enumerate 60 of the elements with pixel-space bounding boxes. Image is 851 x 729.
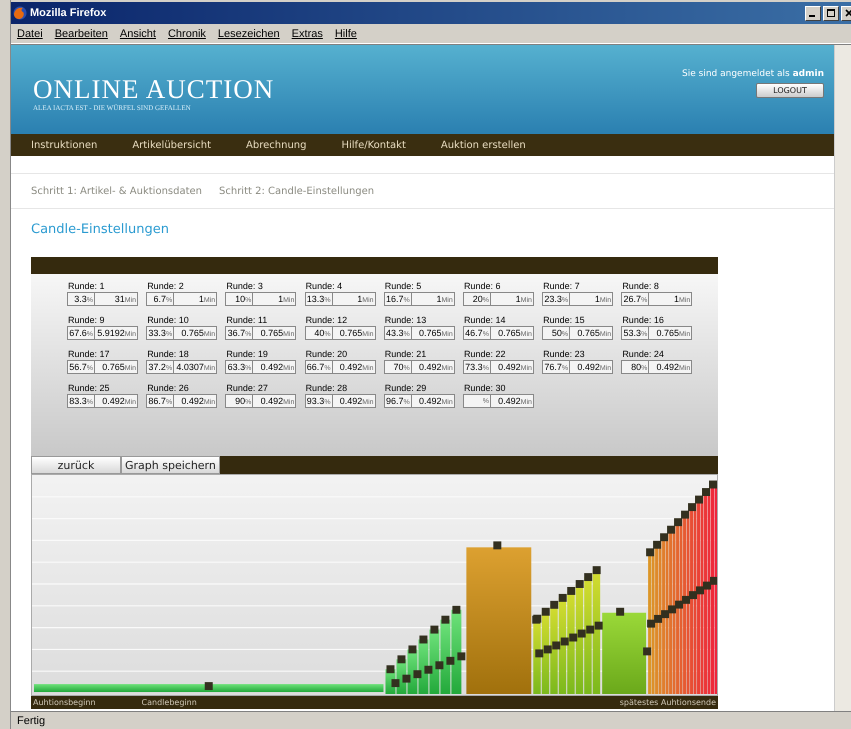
round-label: Runde: 3 — [225, 281, 264, 292]
maximize-button[interactable] — [823, 6, 839, 20]
round-label: Runde: 5 — [384, 281, 422, 292]
nav-link[interactable]: Instruktionen — [31, 140, 98, 150]
nav-link[interactable]: Abrechnung — [246, 140, 306, 150]
round-label: Runde: 24 — [621, 349, 665, 360]
round-label: Runde: 15 — [542, 315, 586, 326]
nav-link[interactable]: Artikelübersicht — [132, 140, 212, 150]
round-label: Runde: 29 — [384, 383, 428, 394]
browser-logo-icon — [13, 6, 27, 20]
round-label: Runde: 22 — [462, 349, 506, 360]
nav-link[interactable]: Hilfe/Kontakt — [341, 140, 406, 150]
round-label: Runde: 25 — [67, 383, 111, 394]
round-label: Runde: 30 — [462, 383, 506, 394]
round-label: Runde: 13 — [384, 315, 428, 326]
round-label: Runde: 17 — [67, 349, 111, 360]
save-graph-button[interactable]: Graph speichern — [121, 456, 220, 474]
round-label: Runde: 21 — [384, 349, 428, 360]
round-label: Runde: 11 — [225, 315, 268, 326]
round-label: Runde: 7 — [542, 281, 581, 292]
round-label: Runde: 6 — [462, 281, 502, 292]
round-label: Runde: 10 — [146, 315, 190, 326]
close-icon — [844, 8, 851, 18]
login-status: Sie sind angemeldet als admin — [682, 69, 824, 79]
graph-label: spätestes Auhtionsende — [620, 698, 716, 707]
back-button[interactable]: zurück — [31, 456, 121, 474]
menu-item[interactable]: Datei — [11, 28, 49, 40]
round-label: Runde: 26 — [146, 383, 190, 394]
round-label: Runde: 28 — [304, 383, 348, 394]
menu-item[interactable]: Ansicht — [114, 28, 162, 40]
round-label: Runde: 19 — [225, 349, 269, 360]
menu-item[interactable]: Bearbeiten — [48, 28, 114, 40]
minimize-button[interactable] — [805, 6, 821, 20]
round-label: Runde: 8 — [621, 281, 660, 292]
graph-label: Auhtionsbeginn — [33, 698, 96, 707]
round-label: Runde: 4 — [304, 281, 344, 292]
menu-item[interactable]: Lesezeichen — [212, 28, 286, 40]
graph-label: Candlebeginn — [142, 698, 197, 707]
round-label: Runde: 9 — [67, 315, 106, 326]
minimize-icon — [809, 14, 815, 16]
round-label: Runde: 18 — [146, 349, 190, 360]
round-label: Runde: 2 — [146, 281, 185, 292]
round-label: Runde: 20 — [304, 349, 348, 360]
scrollbar[interactable] — [834, 45, 851, 711]
window-title: Mozilla Firefox — [30, 7, 106, 19]
maximize-icon — [826, 8, 836, 18]
menu-item[interactable]: Chronik — [162, 28, 212, 40]
round-label: Runde: 16 — [621, 315, 665, 326]
round-label: Runde: 27 — [225, 383, 269, 394]
site-logo: ONLINE AUCTION — [33, 75, 274, 103]
logout-button[interactable]: LOGOUT — [756, 83, 824, 98]
round-label: Runde: 12 — [304, 315, 348, 326]
round-label: Runde: 14 — [462, 315, 506, 326]
menu-item[interactable]: Extras — [286, 28, 329, 40]
nav-link[interactable]: Auktion erstellen — [440, 140, 526, 150]
round-label: Runde: 23 — [542, 349, 586, 360]
status-text: Fertig — [17, 714, 46, 726]
page-heading: Candle-Einstellungen — [31, 222, 170, 237]
round-label: Runde: 1 — [67, 281, 106, 292]
menu-item[interactable]: Hilfe — [328, 28, 363, 40]
